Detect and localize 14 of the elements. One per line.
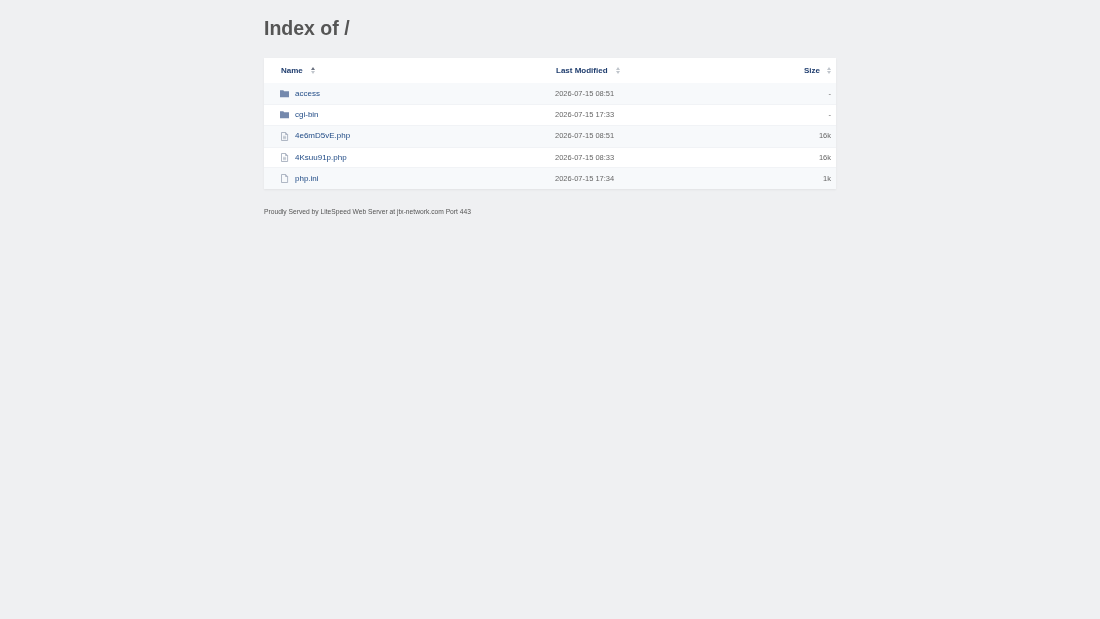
column-header-link[interactable]: Name [280,65,303,76]
folder-icon [280,89,289,99]
column-header-link[interactable]: Size [803,65,820,76]
page-title: Index of / [264,17,350,40]
column-header-link[interactable]: Last Modified [555,65,608,76]
file-name-link[interactable]: php.ini [295,173,319,184]
file-name-link[interactable]: 4Ksuu91p.php [295,152,347,163]
folder-icon [280,110,289,120]
file-name-link[interactable]: cgi-bin [295,109,319,120]
file-name-link[interactable]: access [295,88,320,99]
file-name-link[interactable]: 4e6mD5vE.php [295,131,351,142]
document-icon [280,131,289,141]
file-icon [280,174,289,184]
document-icon [280,153,289,163]
